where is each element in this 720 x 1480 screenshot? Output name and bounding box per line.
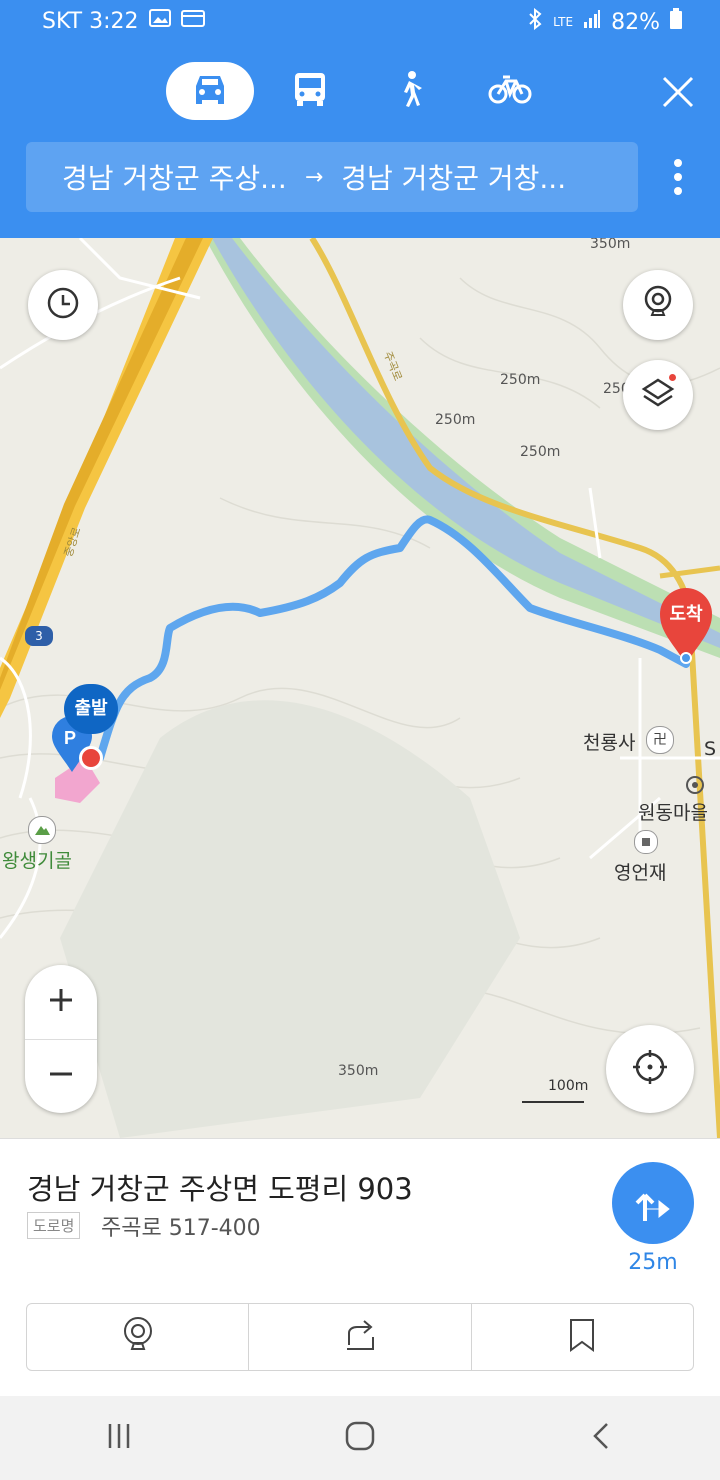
elevation-label: 250m [435,412,476,428]
route-destination[interactable]: 경남 거창군 거창... [341,157,566,197]
place-icon [634,830,658,854]
poi-temple[interactable]: 천룡사 [583,728,635,755]
road-address: 주곡로 517-400 [101,1216,261,1241]
elevation-label: 350m [338,1063,379,1079]
scale-label: 100m [548,1078,589,1094]
turn-right-icon [633,1179,673,1227]
map-view[interactable]: 350m 250m 250m 250m 250 350m 주곡로 중앙로 3 천… [0,238,720,1138]
street-view-action-button[interactable] [27,1304,250,1370]
mode-walk-button[interactable] [366,62,454,120]
more-vert-icon [670,159,686,200]
mountain-icon [28,816,56,844]
bookmark-button[interactable] [472,1304,693,1370]
mode-bike-button[interactable] [466,62,554,120]
mode-car-button[interactable] [166,62,254,120]
street-view-icon [122,1316,154,1358]
minus-icon [48,1061,74,1091]
poi-village[interactable]: 원동마을 [638,798,708,825]
place-address: 경남 거창군 주상면 도평리 903 [27,1172,413,1206]
directions-button[interactable] [612,1162,694,1244]
crosshair-icon [632,1049,668,1089]
street-view-button[interactable] [623,270,693,340]
elevation-label: 250m [520,444,561,460]
share-icon [343,1319,377,1355]
carrier-time: SKT 3:22 [42,8,139,34]
village-icon [686,776,704,794]
system-nav-bar [0,1396,720,1480]
close-icon [660,76,696,114]
close-button[interactable] [660,74,696,114]
poi-s-label: S [704,738,717,760]
start-marker[interactable]: 출발 [64,684,118,734]
poi-place[interactable]: 영언재 [614,858,666,885]
street-view-icon [642,285,674,325]
card-icon [180,8,205,34]
battery-icon [670,8,682,36]
share-button[interactable] [249,1304,472,1370]
action-bar [26,1303,694,1371]
turn-distance: 25m [628,1250,678,1275]
signal-icon [583,9,601,35]
end-marker-label: 도착 [669,604,703,625]
current-position-dot [79,746,103,770]
status-bar-left: SKT 3:22 [42,8,205,34]
route-arrow: → [304,164,324,190]
map-layers-button[interactable] [623,360,693,430]
route-summary-bar[interactable]: 경남 거창군 주상... → 경남 거창군 거창... [26,142,638,212]
bus-icon [293,71,327,111]
zoom-controls [25,965,97,1113]
layers-notification-dot [669,374,676,381]
elevation-label: 350m [590,238,631,252]
end-marker[interactable]: 도착 [658,586,714,670]
recent-apps-button[interactable] [105,1422,133,1454]
back-button[interactable] [587,1421,615,1455]
lte-indicator: LTE [553,15,574,29]
bookmark-icon [569,1318,595,1356]
layers-icon [641,376,675,414]
route-origin[interactable]: 경남 거창군 주상... [62,157,287,197]
bike-icon [488,73,532,109]
battery-percent: 82% [611,9,660,35]
zoom-out-button[interactable] [25,1039,97,1113]
svg-text:P: P [64,728,76,748]
clock-icon [46,286,80,324]
history-button[interactable] [28,270,98,340]
walk-icon [395,70,425,112]
temple-icon: 卍 [646,726,674,754]
gallery-icon [148,8,171,34]
home-button[interactable] [344,1420,376,1456]
plus-icon [48,987,74,1017]
highway-shield: 3 [25,626,53,646]
mode-bus-button[interactable] [266,62,354,120]
more-options-button[interactable] [670,158,686,200]
route-header: SKT 3:22 LTE 82% 경남 거창군 주상... → 경남 거창군 거… [0,0,720,238]
status-bar-right: LTE 82% [527,7,682,36]
bluetooth-icon [527,7,543,36]
road-name-tag: 도로명 [27,1212,81,1239]
poi-valley[interactable]: 왕생기골 [2,846,72,873]
zoom-in-button[interactable] [25,965,97,1040]
elevation-label: 250m [500,372,541,388]
car-icon [190,72,230,110]
my-location-button[interactable] [606,1025,694,1113]
